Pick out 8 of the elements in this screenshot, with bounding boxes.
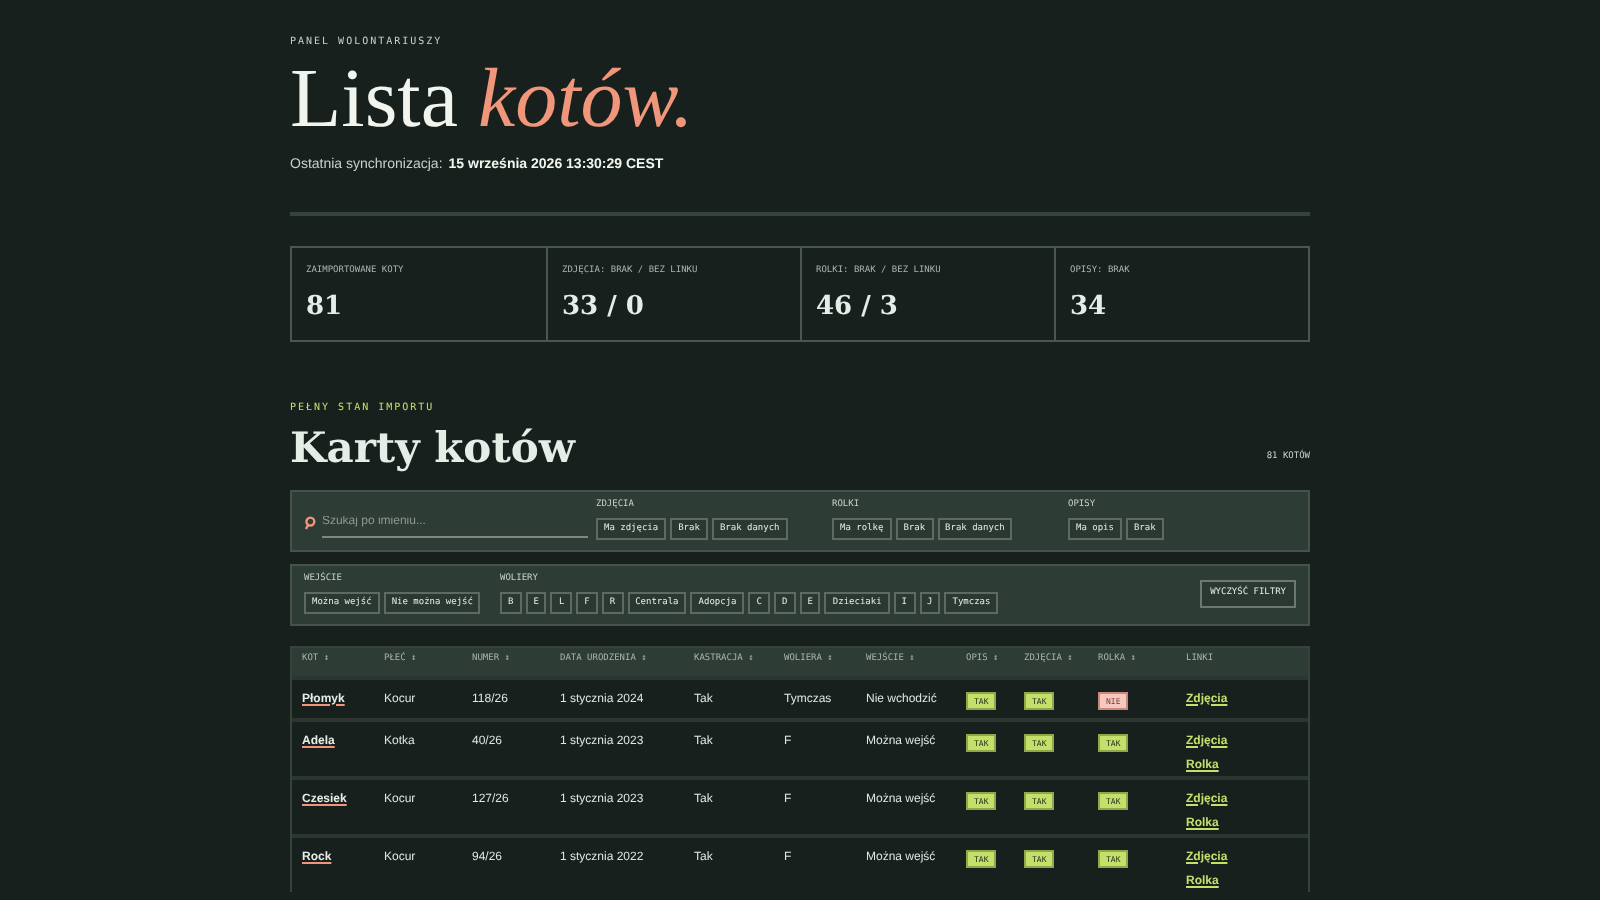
stat-value: 34 — [1070, 289, 1109, 326]
section-title: Karty kotów — [290, 421, 575, 473]
search-icon — [304, 516, 316, 530]
stat-value: 33 / 0 — [562, 289, 646, 326]
page-title: Lista — [290, 55, 458, 143]
page-title-accent: kotów. — [477, 55, 694, 143]
stat-value: 46 / 3 — [816, 289, 900, 326]
stat-value: 81 — [306, 289, 345, 326]
